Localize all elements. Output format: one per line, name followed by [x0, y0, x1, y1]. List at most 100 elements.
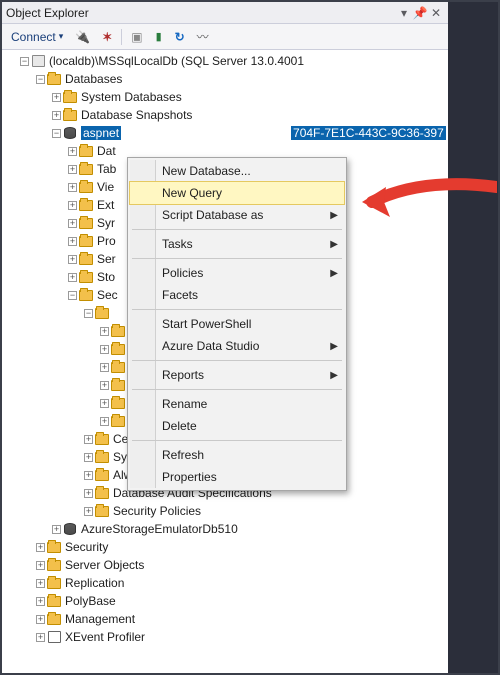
panel-pin-button[interactable]: 📌	[412, 6, 428, 20]
expander-icon[interactable]	[84, 435, 93, 444]
db-child-label: Ser	[97, 252, 116, 266]
menu-item-policies[interactable]: Policies▶	[130, 262, 344, 284]
expander-icon[interactable]	[68, 183, 77, 192]
chevron-down-icon: ▾	[59, 31, 64, 42]
tree-top-folder[interactable]: Server Objects	[6, 556, 448, 574]
newquery-button[interactable]: ✶	[97, 26, 117, 48]
panel-title: Object Explorer	[6, 6, 396, 20]
expander-icon[interactable]	[100, 327, 109, 336]
expander-icon[interactable]	[52, 525, 61, 534]
refresh-button[interactable]: ↻	[170, 26, 190, 48]
menu-item-label: Azure Data Studio	[162, 339, 259, 353]
tree-server-node[interactable]: (localdb)\MSSqlLocalDb (SQL Server 13.0.…	[6, 52, 448, 70]
tree-security-item[interactable]: Security Policies	[6, 502, 448, 520]
expander-icon[interactable]	[68, 219, 77, 228]
expander-icon[interactable]	[36, 579, 45, 588]
tree-databases-node[interactable]: Databases	[6, 70, 448, 88]
stop-button[interactable]: ▮	[150, 26, 168, 48]
folder-icon	[78, 288, 94, 302]
folder-icon	[78, 234, 94, 248]
menu-item-refresh[interactable]: Refresh	[130, 444, 344, 466]
top-folder-label: Server Objects	[65, 558, 144, 572]
submenu-arrow-icon: ▶	[330, 370, 338, 381]
tree-top-folder[interactable]: Replication	[6, 574, 448, 592]
menu-item-label: Start PowerShell	[162, 317, 251, 331]
panel-close-button[interactable]: ✕	[428, 6, 444, 20]
expander-icon[interactable]	[100, 363, 109, 372]
expander-icon[interactable]	[100, 345, 109, 354]
selected-db-prefix: aspnet	[81, 126, 121, 140]
expander-icon[interactable]	[68, 255, 77, 264]
expander-icon[interactable]	[68, 237, 77, 246]
expander-icon[interactable]	[68, 147, 77, 156]
tree-selected-database[interactable]: aspnet 704F-7E1C-443C-9C36-397	[6, 124, 448, 142]
menu-item-script-database-as[interactable]: Script Database as ▶	[130, 204, 344, 226]
menu-item-new-database[interactable]: New Database...	[130, 160, 344, 182]
filter-button[interactable]: ▣	[126, 26, 147, 48]
database-context-menu[interactable]: New Database...New QueryScript Database …	[127, 157, 347, 491]
expander-icon[interactable]	[84, 471, 93, 480]
expander-icon[interactable]	[100, 399, 109, 408]
expander-icon[interactable]	[36, 597, 45, 606]
stop-icon: ▮	[156, 30, 162, 43]
folder-icon	[46, 540, 62, 554]
expander-icon[interactable]	[52, 129, 61, 138]
tree-system-databases[interactable]: System Databases	[6, 88, 448, 106]
expander-icon[interactable]	[84, 309, 93, 318]
panel-dropdown-button[interactable]: ▾	[396, 6, 412, 20]
plug-icon: 🔌	[75, 30, 90, 44]
db-child-label: Ext	[97, 198, 114, 212]
menu-item-label: Facets	[162, 288, 198, 302]
expander-icon[interactable]	[68, 201, 77, 210]
expander-icon[interactable]	[36, 543, 45, 552]
menu-item-tasks[interactable]: Tasks▶	[130, 233, 344, 255]
azure-db-label: AzureStorageEmulatorDb510	[81, 522, 238, 536]
expander-icon[interactable]	[36, 633, 45, 642]
expander-icon[interactable]	[20, 57, 29, 66]
folder-icon	[46, 72, 62, 86]
menu-item-label: Delete	[162, 419, 197, 433]
expander-icon[interactable]	[68, 273, 77, 282]
expander-icon[interactable]	[84, 453, 93, 462]
tree-top-folder[interactable]: PolyBase	[6, 592, 448, 610]
menu-item-facets[interactable]: Facets	[130, 284, 344, 306]
menu-item-start-powershell[interactable]: Start PowerShell	[130, 313, 344, 335]
expander-icon[interactable]	[68, 291, 77, 300]
tree-azure-db[interactable]: AzureStorageEmulatorDb510	[6, 520, 448, 538]
system-databases-label: System Databases	[81, 90, 182, 104]
databases-label: Databases	[65, 72, 122, 86]
menu-item-delete[interactable]: Delete	[130, 415, 344, 437]
menu-item-rename[interactable]: Rename	[130, 393, 344, 415]
expander-icon[interactable]	[36, 561, 45, 570]
xevent-label: XEvent Profiler	[65, 630, 145, 644]
tree-database-snapshots[interactable]: Database Snapshots	[6, 106, 448, 124]
expander-icon[interactable]	[100, 381, 109, 390]
tree-top-folder[interactable]: Management	[6, 610, 448, 628]
menu-item-label: Script Database as	[162, 208, 263, 222]
tree-top-folder[interactable]: Security	[6, 538, 448, 556]
tree-xevent-profiler[interactable]: XEvent Profiler	[6, 628, 448, 646]
expander-icon[interactable]	[52, 93, 61, 102]
expander-icon[interactable]	[52, 111, 61, 120]
expander-icon[interactable]	[36, 615, 45, 624]
expander-icon[interactable]	[100, 417, 109, 426]
server-label: (localdb)\MSSqlLocalDb (SQL Server 13.0.…	[49, 54, 304, 68]
menu-item-azure-data-studio[interactable]: Azure Data Studio▶	[130, 335, 344, 357]
db-child-label: Pro	[97, 234, 116, 248]
expander-icon[interactable]	[84, 489, 93, 498]
menu-separator	[132, 389, 342, 390]
disconnect-button[interactable]: 🔌	[70, 26, 95, 48]
activity-button[interactable]: 〰	[192, 26, 214, 48]
menu-item-reports[interactable]: Reports▶	[130, 364, 344, 386]
folder-icon	[78, 270, 94, 284]
expander-icon[interactable]	[84, 507, 93, 516]
expander-icon[interactable]	[36, 75, 45, 84]
submenu-arrow-icon: ▶	[330, 210, 338, 221]
menu-item-properties[interactable]: Properties	[130, 466, 344, 488]
menu-item-label: Refresh	[162, 448, 204, 462]
expander-icon[interactable]	[68, 165, 77, 174]
connect-dropdown-button[interactable]: Connect ▾	[6, 26, 68, 48]
folder-icon	[78, 198, 94, 212]
menu-item-new-query[interactable]: New Query	[130, 182, 344, 204]
folder-icon	[110, 360, 126, 374]
